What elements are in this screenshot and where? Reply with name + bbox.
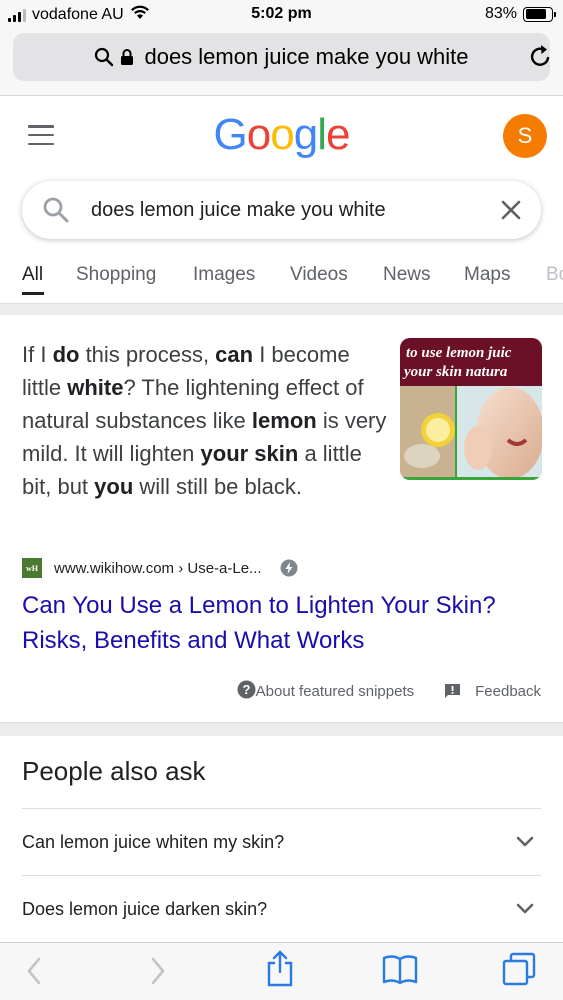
- active-tab-indicator: [22, 292, 44, 295]
- help-icon: ?: [237, 680, 256, 703]
- share-icon[interactable]: [265, 949, 295, 987]
- forward-icon[interactable]: [148, 955, 168, 987]
- paa-title: People also ask: [22, 756, 206, 786]
- feedback-button[interactable]: Feedback: [444, 683, 541, 700]
- people-also-ask: People also ask Can lemon juice whiten m…: [0, 737, 563, 942]
- result-title-link[interactable]: Can You Use a Lemon to Lighten Your Skin…: [22, 588, 542, 658]
- reload-icon[interactable]: [529, 43, 553, 74]
- snippet-text-segment: If I: [22, 342, 53, 367]
- wikihow-favicon-icon: wH: [22, 558, 42, 578]
- featured-snippet: If I do this process, can I become littl…: [0, 316, 563, 722]
- chevron-down-icon[interactable]: [515, 902, 535, 921]
- search-icon: [94, 47, 114, 67]
- search-box[interactable]: does lemon juice make you white: [22, 181, 541, 239]
- snippet-footer: ? About featured snippets Feedback: [237, 680, 541, 703]
- snippet-source[interactable]: wH www.wikihow.com › Use-a-Le...: [22, 558, 298, 578]
- tab-shopping[interactable]: Shopping: [76, 264, 156, 286]
- avatar[interactable]: S: [503, 114, 547, 158]
- divider: [0, 303, 563, 315]
- snippet-image[interactable]: to use lemon juic your skin natura: [400, 338, 542, 480]
- paa-question-text: Does lemon juice darken skin?: [22, 899, 268, 919]
- source-url[interactable]: www.wikihow.com › Use-a-Le...: [54, 560, 262, 577]
- paa-question[interactable]: Can lemon juice whiten my skin?: [22, 808, 541, 875]
- snippet-text-segment: this process,: [79, 342, 216, 367]
- feedback-label: Feedback: [475, 683, 541, 700]
- paa-question-text: Can lemon juice whiten my skin?: [22, 832, 285, 852]
- bookmarks-icon[interactable]: [382, 953, 418, 985]
- google-logo[interactable]: Google: [0, 110, 563, 160]
- tab-videos[interactable]: Videos: [290, 264, 348, 286]
- tabs-icon[interactable]: [501, 951, 537, 987]
- snippet-text: If I do this process, can I become littl…: [22, 338, 394, 503]
- snippet-bold-text: lemon: [251, 408, 317, 433]
- browser-address-bar: does lemon juice make you white: [0, 30, 563, 96]
- tab-images[interactable]: Images: [193, 264, 255, 286]
- back-icon[interactable]: [24, 955, 44, 987]
- snippet-text-segment: will still be black.: [133, 474, 302, 499]
- tab-books[interactable]: Bo: [546, 264, 563, 286]
- lock-icon: [120, 48, 134, 66]
- svg-text:?: ?: [242, 682, 250, 697]
- status-bar: vodafone AU 5:02 pm 83%: [0, 0, 563, 30]
- paa-question[interactable]: Does lemon juice darken skin?: [22, 875, 541, 942]
- snippet-bold-text: white: [67, 375, 124, 400]
- clock: 5:02 pm: [251, 5, 312, 22]
- snippet-bold-text: do: [52, 342, 80, 367]
- snippet-bold-text: can: [215, 342, 254, 367]
- browser-toolbar: [0, 942, 563, 1000]
- battery-icon: [523, 6, 556, 22]
- search-tabs: All Shopping Images Videos News Maps Bo: [0, 262, 563, 306]
- image-caption-line2: your skin natura: [402, 364, 508, 380]
- image-caption-line1: to use lemon juic: [406, 345, 512, 361]
- search-input[interactable]: does lemon juice make you white: [91, 199, 386, 222]
- tab-news[interactable]: News: [383, 264, 431, 286]
- search-icon[interactable]: [42, 196, 70, 229]
- clear-icon[interactable]: [499, 198, 523, 227]
- tab-maps[interactable]: Maps: [464, 264, 510, 286]
- snippet-bold-text: you: [94, 474, 134, 499]
- about-featured-snippets[interactable]: ? About featured snippets: [237, 680, 414, 703]
- amp-lightning-icon: [280, 559, 298, 577]
- chevron-down-icon[interactable]: [515, 835, 535, 854]
- tab-all[interactable]: All: [22, 264, 43, 286]
- battery-percent: 83%: [484, 5, 517, 22]
- snippet-bold-text: your skin: [200, 441, 299, 466]
- url-text: does lemon juice make you white: [144, 44, 469, 69]
- about-label: About featured snippets: [255, 683, 415, 700]
- divider: [0, 722, 563, 736]
- url-field[interactable]: does lemon juice make you white: [13, 33, 550, 81]
- feedback-icon: [444, 683, 461, 700]
- google-header: Google S: [0, 96, 563, 176]
- status-right: 83%: [484, 5, 556, 23]
